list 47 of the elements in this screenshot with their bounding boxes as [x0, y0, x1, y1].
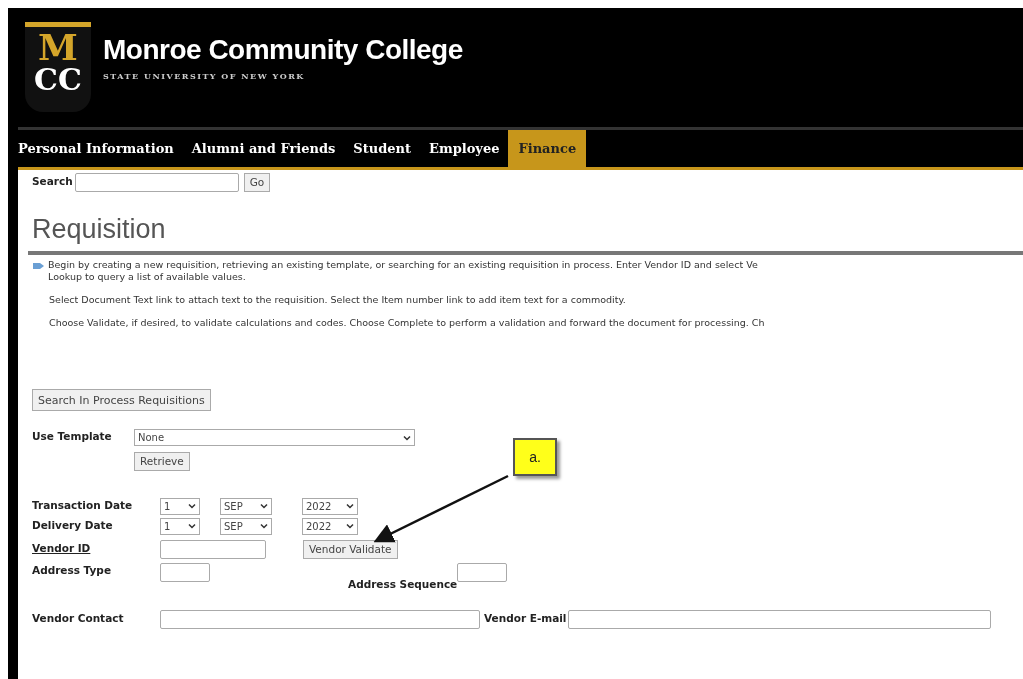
dropdown[interactable]: 1	[160, 517, 200, 535]
callout-label: a.	[513, 438, 557, 476]
field-label: Transaction Date	[32, 498, 134, 514]
nav-tab[interactable]: Finance	[508, 130, 587, 167]
field-label: Use Template	[32, 429, 113, 444]
search-label: Search	[32, 174, 73, 190]
search-field[interactable]	[74, 172, 239, 192]
button[interactable]: Search In Process Requisitions	[32, 389, 211, 411]
field-label: Vendor Contact	[32, 611, 125, 627]
instruction-text: Begin by creating a new requisition, retrieving an existing template, or searching for an existing requisition in process. Enter Vendor ID and select Ve Lookup to query a list of available values.	[48, 259, 758, 283]
chevron-down-icon	[260, 503, 268, 509]
input-field[interactable]	[160, 563, 210, 582]
chevron-down-icon	[403, 434, 411, 441]
chevron-down-icon	[346, 503, 354, 509]
dropdown[interactable]: SEP	[220, 497, 272, 515]
button[interactable]: Vendor Validate	[303, 539, 398, 559]
button[interactable]: Go	[243, 172, 271, 192]
college-subtitle: STATE UNIVERSITY OF NEW YORK	[103, 70, 306, 82]
field-label: Delivery Date	[32, 518, 114, 534]
instruction-text: Choose Validate, if desired, to validate calculations and codes. Choose Complete to perform a validation and forward the document for processing. Ch	[49, 317, 765, 329]
input-field[interactable]	[568, 609, 992, 629]
input-field[interactable]	[160, 539, 266, 559]
chevron-down-icon	[188, 523, 196, 529]
nav-tab[interactable]: Student	[344, 130, 420, 167]
college-logo: M CC	[25, 22, 91, 112]
field-label: Vendor E-mail	[484, 611, 567, 627]
chevron-down-icon	[260, 523, 268, 529]
dropdown[interactable]: None	[134, 429, 415, 446]
college-name: Monroe Community College	[103, 36, 463, 64]
page-title: Requisition	[32, 216, 167, 243]
input-field[interactable]	[160, 609, 480, 629]
field-label: Vendor ID	[32, 541, 92, 557]
field-label: Address Sequence	[348, 577, 458, 592]
chevron-down-icon	[346, 523, 354, 529]
dropdown[interactable]: SEP	[220, 517, 272, 535]
dropdown[interactable]: 2022	[302, 497, 358, 515]
button[interactable]: Retrieve	[134, 452, 190, 471]
info-icon	[32, 261, 45, 270]
instruction-text: Select Document Text link to attach text to the requisition. Select the Item number link to add item text for a commodity.	[49, 294, 626, 306]
dropdown[interactable]: 1	[160, 497, 200, 515]
chevron-down-icon	[188, 503, 196, 509]
nav-tab[interactable]: Personal Information	[18, 130, 183, 167]
dropdown[interactable]: 2022	[302, 517, 358, 535]
field-label: Address Type	[32, 563, 112, 578]
nav-tab[interactable]: Employee	[420, 130, 509, 167]
nav-tab[interactable]: Alumni and Friends	[182, 130, 345, 167]
input-field[interactable]	[457, 563, 508, 582]
